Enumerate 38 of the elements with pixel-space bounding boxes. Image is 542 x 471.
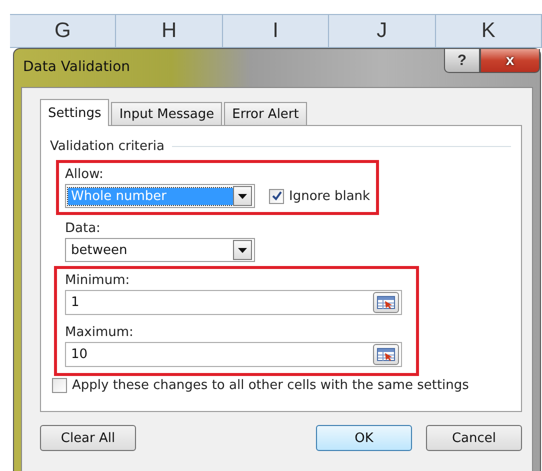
close-button[interactable]: x bbox=[480, 49, 540, 73]
input-field[interactable]: 10 bbox=[65, 342, 402, 367]
column-header[interactable]: G bbox=[10, 15, 116, 47]
field-label: Data: bbox=[65, 221, 102, 236]
range-select-button[interactable] bbox=[373, 292, 399, 313]
data-dropdown[interactable]: between bbox=[65, 238, 255, 262]
field-value: 10 bbox=[71, 347, 89, 362]
range-select-button[interactable] bbox=[373, 344, 399, 365]
dropdown-value: Whole number bbox=[68, 188, 233, 204]
dropdown-value: between bbox=[70, 242, 128, 258]
field-label: Maximum: bbox=[65, 325, 134, 340]
field-label: Allow: bbox=[65, 167, 104, 182]
checkbox-label: Ignore blank bbox=[289, 188, 370, 204]
dialog-button[interactable]: Cancel bbox=[426, 425, 522, 451]
column-header[interactable]: K bbox=[436, 15, 542, 47]
caret-icon bbox=[238, 248, 247, 252]
help-button[interactable]: ? bbox=[444, 49, 480, 73]
field-value: 1 bbox=[71, 295, 80, 310]
dropdown-button[interactable] bbox=[233, 240, 252, 260]
range-select-icon bbox=[377, 348, 395, 361]
dropdown-button[interactable] bbox=[233, 186, 252, 206]
tab[interactable]: Input Message bbox=[111, 102, 222, 126]
field-label: Minimum: bbox=[65, 273, 131, 288]
tab[interactable]: Settings bbox=[40, 99, 110, 126]
input-field[interactable]: 1 bbox=[65, 290, 402, 315]
caret-icon bbox=[238, 194, 247, 198]
checkbox[interactable] bbox=[269, 188, 284, 204]
checkbox-label: Apply these changes to all other cells with the same settings bbox=[72, 378, 469, 393]
dialog-button[interactable]: OK bbox=[316, 425, 412, 451]
column-header[interactable]: J bbox=[329, 15, 436, 47]
window-title: Data Validation bbox=[23, 59, 132, 75]
column-header[interactable]: I bbox=[222, 15, 330, 47]
column-header[interactable]: H bbox=[116, 15, 223, 47]
range-select-icon bbox=[377, 296, 395, 309]
checkbox[interactable] bbox=[52, 378, 67, 393]
group-heading: Validation criteria bbox=[50, 139, 164, 154]
tab[interactable]: Error Alert bbox=[224, 102, 307, 126]
dialog-button[interactable]: Clear All bbox=[40, 425, 136, 451]
